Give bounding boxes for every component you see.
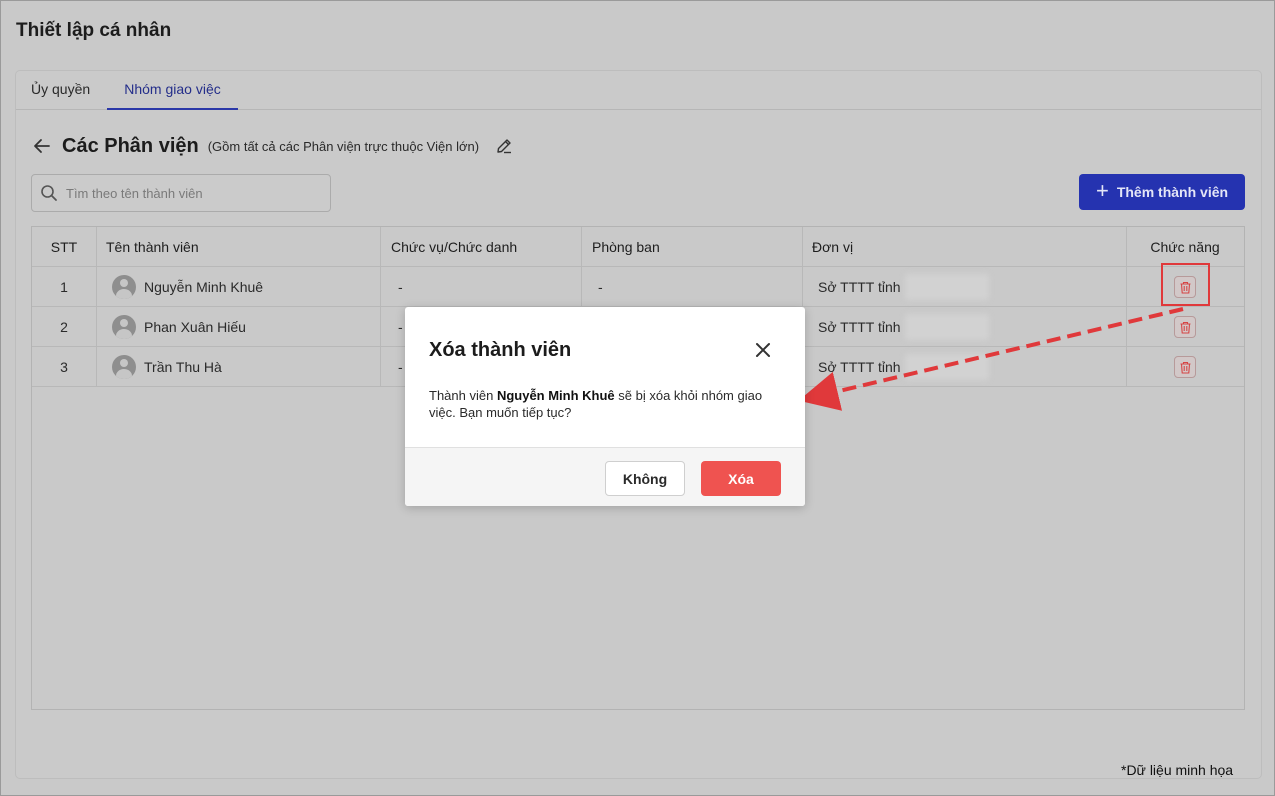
search-input[interactable] <box>66 185 316 201</box>
header-position: Chức vụ/Chức danh <box>391 239 518 255</box>
redacted-province <box>904 274 989 300</box>
row-department: - <box>598 279 603 295</box>
edit-icon[interactable] <box>495 137 513 155</box>
group-title: Các Phân viện <box>62 134 199 157</box>
add-member-button[interactable]: + Thêm thành viên <box>1079 174 1245 210</box>
trash-icon <box>1180 321 1190 334</box>
table-header-row: STT Tên thành viên Chức vụ/Chức danh Phò… <box>32 227 1244 267</box>
delete-button[interactable] <box>1174 316 1196 338</box>
column-divider <box>96 227 97 387</box>
trash-icon <box>1180 361 1190 374</box>
delete-button[interactable] <box>1174 356 1196 378</box>
column-divider <box>380 227 381 387</box>
search-box <box>31 174 331 212</box>
user-avatar-icon <box>112 355 136 379</box>
row-stt: 3 <box>60 359 68 375</box>
dialog-title: Xóa thành viên <box>429 339 572 361</box>
user-avatar-icon <box>112 275 136 299</box>
row-actions <box>1126 347 1244 387</box>
dialog-message: Thành viên Nguyễn Minh Khuê sẽ bị xóa kh… <box>429 387 769 421</box>
row-name: Phan Xuân Hiếu <box>144 319 246 335</box>
search-icon <box>41 185 57 201</box>
tab-task-groups[interactable]: Nhóm giao việc <box>107 81 238 110</box>
user-avatar-icon <box>112 315 136 339</box>
row-unit-text: Sở TTTT tỉnh <box>818 319 901 335</box>
row-unit: Sở TTTT tỉnh <box>818 267 989 307</box>
row-name: Trần Thu Hà <box>144 359 222 375</box>
column-divider <box>1126 227 1127 387</box>
tab-bar: Ủy quyền Nhóm giao việc <box>16 71 1261 110</box>
header-name: Tên thành viên <box>106 239 199 255</box>
redacted-province <box>904 354 989 380</box>
row-name: Nguyễn Minh Khuê <box>144 279 264 295</box>
confirm-delete-button[interactable]: Xóa <box>701 461 781 496</box>
annotation-highlight-box <box>1161 263 1210 306</box>
header-department: Phòng ban <box>592 239 660 255</box>
row-position: - <box>398 359 403 375</box>
dialog-member-name: Nguyễn Minh Khuê <box>496 388 615 403</box>
add-member-label: Thêm thành viên <box>1116 184 1229 200</box>
header-unit: Đơn vị <box>812 239 854 255</box>
row-position: - <box>398 279 403 295</box>
delete-member-dialog: Xóa thành viên Thành viên Nguyễn Minh Kh… <box>405 307 805 506</box>
redacted-province <box>904 314 989 340</box>
plus-icon: + <box>1095 178 1109 203</box>
group-description: (Gồm tất cả các Phân viện trực thuộc Việ… <box>207 138 480 154</box>
row-stt: 2 <box>60 319 68 335</box>
row-unit-text: Sở TTTT tỉnh <box>818 359 901 375</box>
row-member: Nguyễn Minh Khuê <box>112 267 263 307</box>
dialog-footer: Không Xóa <box>405 447 805 506</box>
close-icon[interactable] <box>753 340 773 360</box>
row-unit: Sở TTTT tỉnh <box>818 307 989 347</box>
dialog-message-prefix: Thành viên <box>429 388 497 403</box>
back-arrow-icon[interactable] <box>32 136 52 156</box>
row-stt: 1 <box>60 279 68 295</box>
group-header: Các Phân viện (Gồm tất cả các Phân viện … <box>32 133 513 159</box>
row-actions <box>1126 307 1244 347</box>
row-unit: Sở TTTT tỉnh <box>818 347 989 387</box>
tab-delegation[interactable]: Ủy quyền <box>31 81 90 110</box>
header-stt: STT <box>50 239 78 255</box>
row-position: - <box>398 319 403 335</box>
cancel-button[interactable]: Không <box>605 461 685 496</box>
row-member: Trần Thu Hà <box>112 347 222 387</box>
footnote: *Dữ liệu minh họa <box>1121 762 1234 778</box>
header-actions: Chức năng <box>1150 239 1220 255</box>
row-unit-text: Sở TTTT tỉnh <box>818 279 901 295</box>
page-title: Thiết lập cá nhân <box>16 20 172 41</box>
table-row: 1 Nguyễn Minh Khuê - - Sở TTTT tỉnh <box>32 267 1244 307</box>
row-member: Phan Xuân Hiếu <box>112 307 246 347</box>
